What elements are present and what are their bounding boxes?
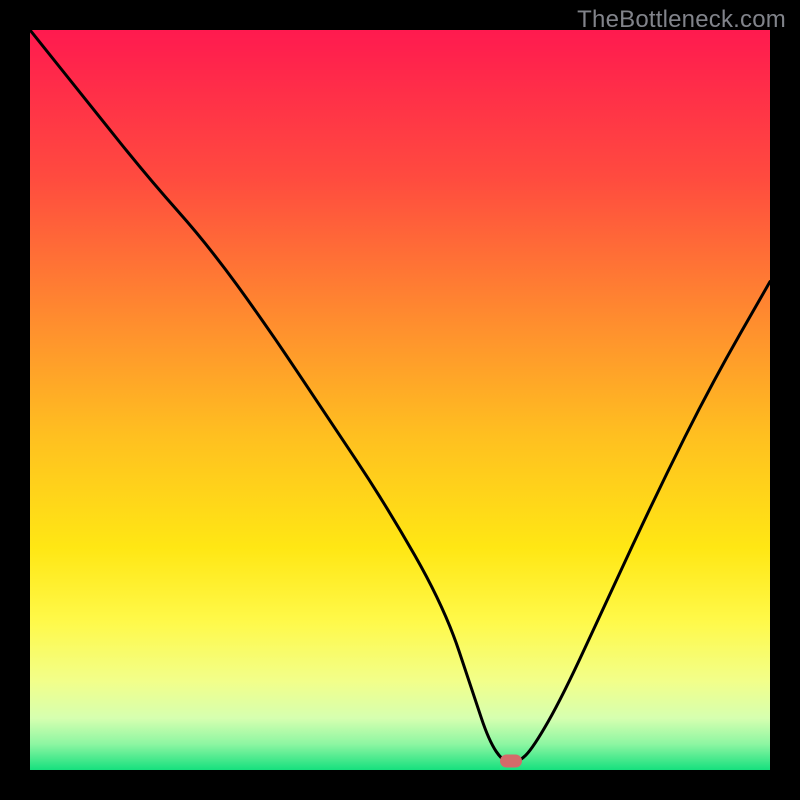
bottleneck-curve (30, 30, 770, 770)
chart-frame: TheBottleneck.com (0, 0, 800, 800)
optimal-point-marker (500, 755, 522, 768)
plot-area (30, 30, 770, 770)
